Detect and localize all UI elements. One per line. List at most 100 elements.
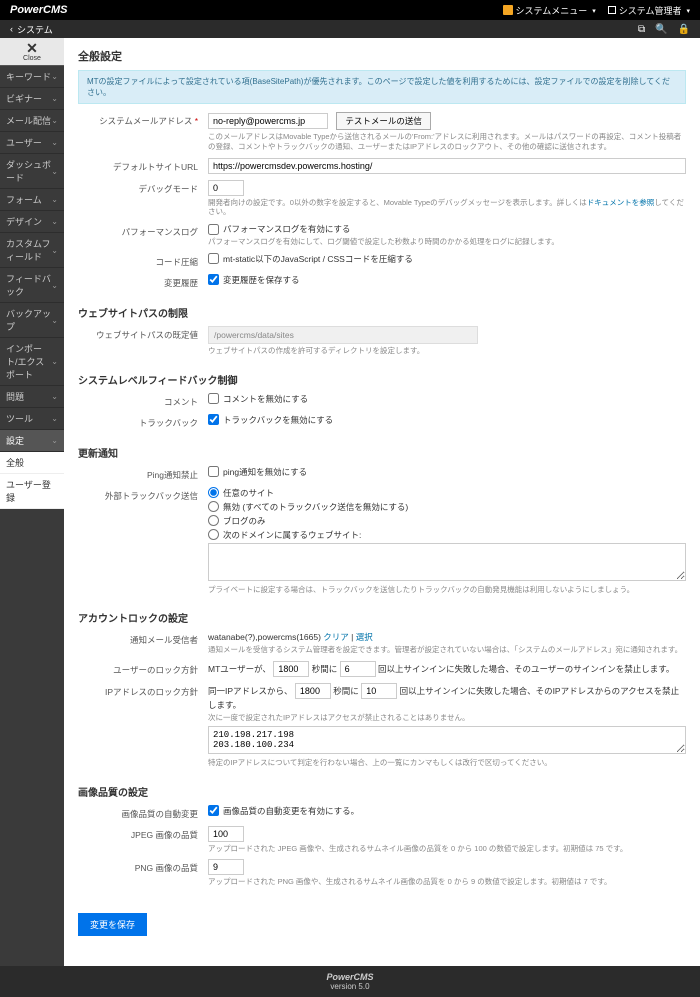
sidebar-item[interactable]: フォーム⌄ [0,189,64,211]
img-auto-checkbox[interactable] [208,805,219,816]
user-icon [608,6,616,14]
siteurl-label: デフォルトサイトURL [78,158,208,173]
sidebar-item[interactable]: メール配信⌄ [0,110,64,132]
lock-clear-link[interactable]: クリア [323,632,349,642]
footer: PowerCMS version 5.0 [0,966,700,997]
minify-label: コード圧縮 [78,253,208,268]
sidebar-item[interactable]: ツール⌄ [0,408,64,430]
img-auto-label: 画像品質の自動変更 [78,805,208,820]
user-lock-count-input[interactable] [340,661,376,677]
admin-user-dropdown[interactable]: システム管理者 [608,4,690,17]
footer-brand: PowerCMS [0,972,700,982]
sidebar-item[interactable]: 問題⌄ [0,386,64,408]
ip-lock-count-input[interactable] [361,683,397,699]
chevron-down-icon: ⌄ [51,281,58,290]
chevron-down-icon: ⌄ [51,414,58,423]
ext-tb-label: 外部トラックバック送信 [78,487,208,502]
perflog-label: パフォーマンスログ [78,223,208,238]
png-hint: アップロードされた PNG 画像や、生成されるサムネイル画像の品質を 0 から … [208,877,686,887]
chevron-down-icon: ⌄ [51,436,58,445]
external-link-icon[interactable]: ⧉ [638,24,645,35]
chevron-down-icon: ⌄ [51,357,58,366]
sidebar-item-settings[interactable]: 設定⌄ [0,430,64,452]
comment-label: コメント [78,393,208,408]
lock-notify-label: 通知メール受信者 [78,631,208,646]
page-title: 全般設定 [78,48,686,64]
lock-notify-hint: 通知メールを受信するシステム管理者を設定できます。管理者が設定されていない場合は… [208,645,686,655]
ext-tb-hint: プライベートに設定する場合は、トラックバックを送信したりトラックバックの自動発見… [208,585,686,595]
system-menu-dropdown[interactable]: システムメニュー [503,4,596,17]
siteurl-input[interactable] [208,158,686,174]
chevron-down-icon: ⌄ [51,94,58,103]
info-banner: MTの設定ファイルによって設定されている項(BaseSitePath)が優先され… [78,70,686,104]
ip-lock-seconds-input[interactable] [295,683,331,699]
sidebar-sub-general[interactable]: 全般 [0,452,64,474]
minify-checkbox[interactable] [208,253,219,264]
trackback-disable-checkbox[interactable] [208,414,219,425]
lock-title: アカウントロックの設定 [78,610,686,625]
sidebar-item[interactable]: カスタムフィールド⌄ [0,233,64,268]
chevron-down-icon [590,5,596,15]
system-menu-label: システムメニュー [516,4,588,17]
user-lock-label: ユーザーのロック方針 [78,661,208,676]
flag-icon [503,5,513,15]
sidebar-item[interactable]: ユーザー⌄ [0,132,64,154]
sidebar-item[interactable]: キーワード⌄ [0,66,64,88]
ip-whitelist-textarea[interactable]: 210.198.217.198 203.180.100.234 [208,726,686,754]
lock-icon[interactable]: 🔒 [678,24,690,35]
sidebar-item[interactable]: ダッシュボード⌄ [0,154,64,189]
user-lock-seconds-input[interactable] [273,661,309,677]
chevron-down-icon: ⌄ [51,138,58,147]
png-label: PNG 画像の品質 [78,859,208,874]
debug-doc-link[interactable]: ドキュメントを参照 [587,198,655,207]
sidebar-item[interactable]: インポート/エクスポート⌄ [0,338,64,386]
sidebar-item[interactable]: デザイン⌄ [0,211,64,233]
jpeg-hint: アップロードされた JPEG 画像や、生成されるサムネイル画像の品質を 0 から… [208,844,686,854]
ext-tb-radio-blog[interactable] [208,515,219,526]
img-title: 画像品質の設定 [78,784,686,799]
breadcrumb-title: システム [17,23,53,36]
chevron-down-icon: ⌄ [51,246,58,255]
email-hint: このメールアドレスはMovable Typeから送信されるメールの'From:'… [208,132,686,152]
brand-logo[interactable]: PowerCMS [10,4,67,16]
send-test-mail-button[interactable]: テストメールの送信 [336,112,431,130]
close-label: Close [0,55,64,62]
ext-tb-radio-any[interactable] [208,487,219,498]
history-label: 変更履歴 [78,274,208,289]
update-title: 更新通知 [78,445,686,460]
save-button[interactable]: 変更を保存 [78,913,147,936]
perflog-hint: パフォーマンスログを有効にして、ログ閾値で設定した秒数より時間のかかる処理をログ… [208,237,686,247]
ext-tb-domain-textarea[interactable] [208,543,686,581]
ext-tb-radio-none[interactable] [208,501,219,512]
history-checkbox[interactable] [208,274,219,285]
close-button[interactable]: ✕ Close [0,38,64,66]
sidebar-item[interactable]: ビギナー⌄ [0,88,64,110]
chevron-down-icon: ⌄ [51,217,58,226]
lock-select-link[interactable]: 選択 [356,632,373,642]
chevron-left-icon[interactable]: ‹ [10,24,13,34]
perflog-checkbox[interactable] [208,224,219,235]
close-icon: ✕ [0,41,64,55]
ip-lock-label: IPアドレスのロック方針 [78,683,208,698]
comment-disable-checkbox[interactable] [208,393,219,404]
lock-notify-value: watanabe(?),powercms(1665) [208,632,321,642]
chevron-down-icon: ⌄ [51,116,58,125]
main-content: 全般設定 MTの設定ファイルによって設定されている項(BaseSitePath)… [64,38,700,966]
wspath-value: /powercms/data/sites [208,326,478,344]
ping-disable-checkbox[interactable] [208,466,219,477]
sidebar-sub-userreg[interactable]: ユーザー登録 [0,474,64,509]
wspath-label: ウェブサイトパスの既定値 [78,326,208,341]
search-icon[interactable]: 🔍 [655,24,667,35]
sidebar-item[interactable]: バックアップ⌄ [0,303,64,338]
ip-lock-hint: 次に一度で設定されたIPアドレスはアクセスが禁止されることはありません。 [208,713,686,723]
png-quality-input[interactable] [208,859,244,875]
wspath-title: ウェブサイトパスの制限 [78,305,686,320]
sidebar-item[interactable]: フィードバック⌄ [0,268,64,303]
ip-lock-hint2: 特定のIPアドレスについて判定を行わない場合、上の一覧にカンマもしくは改行で区切… [208,758,686,768]
debug-input[interactable] [208,180,244,196]
debug-hint: 開発者向けの設定です。0以外の数字を設定すると、Movable Typeのデバッ… [208,198,686,218]
email-input[interactable] [208,113,328,129]
ext-tb-radio-domain[interactable] [208,529,219,540]
jpeg-quality-input[interactable] [208,826,244,842]
admin-user-label: システム管理者 [619,4,682,17]
